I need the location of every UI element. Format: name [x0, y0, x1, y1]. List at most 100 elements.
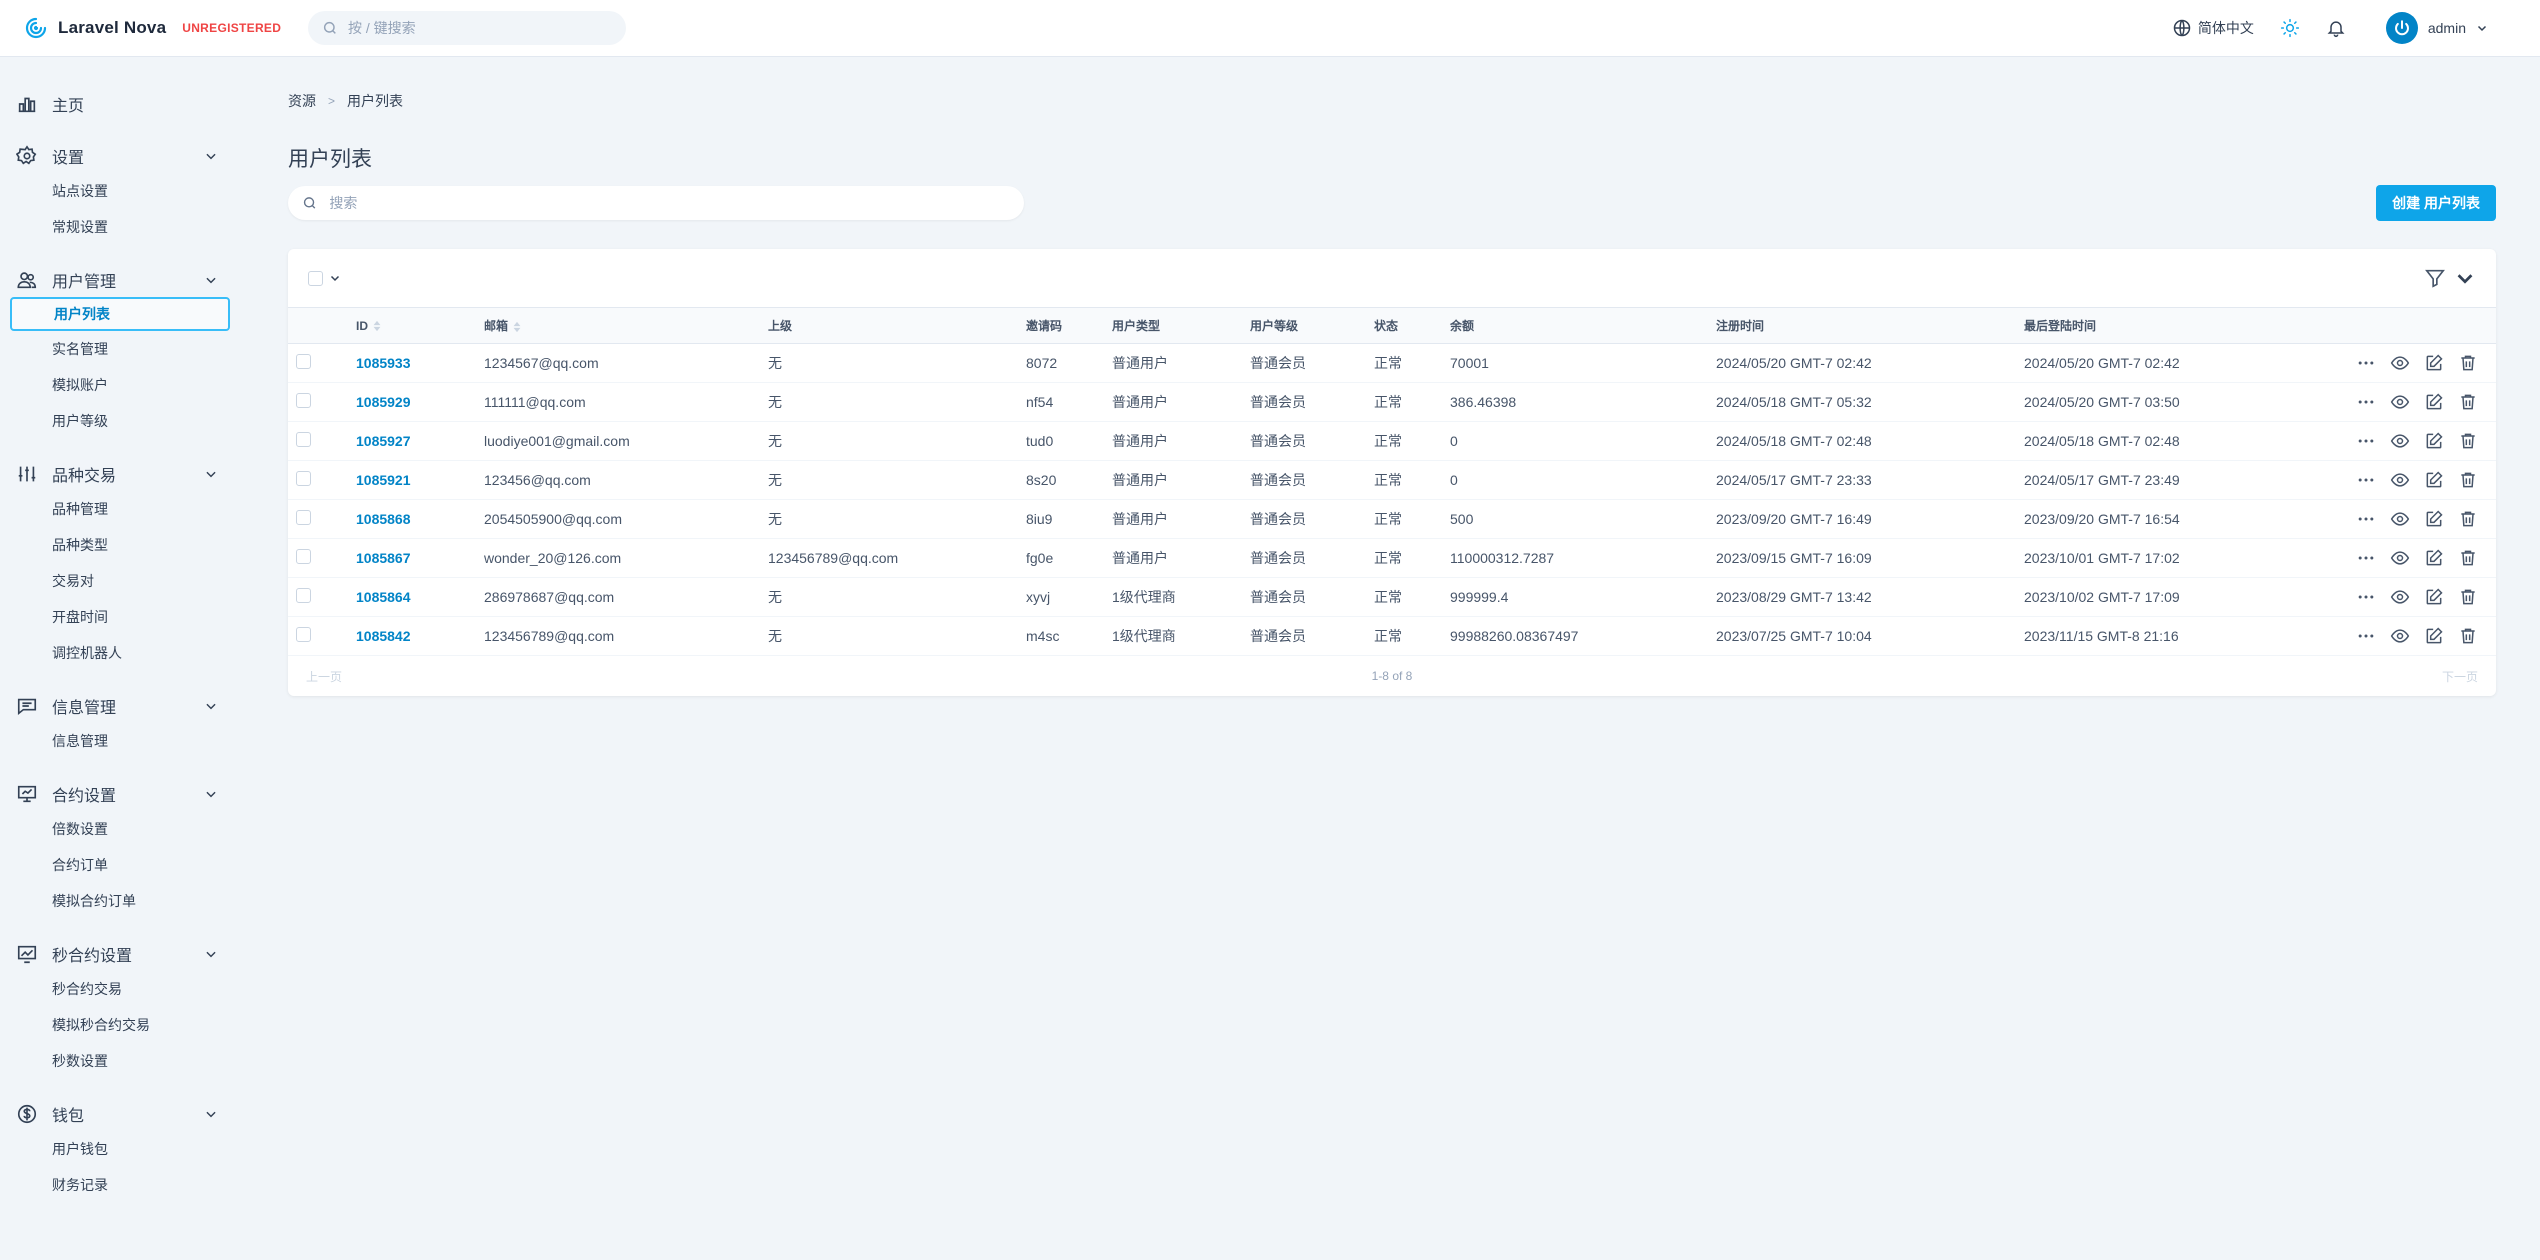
- cell-id[interactable]: 1085842: [348, 616, 476, 656]
- sidebar-group-settings[interactable]: 设置: [0, 139, 240, 173]
- edit-icon[interactable]: [2424, 548, 2444, 568]
- row-checkbox[interactable]: [296, 510, 311, 525]
- table-row[interactable]: 1085868 2054505900@qq.com 无 8iu9 普通用户 普通…: [288, 499, 2496, 539]
- edit-icon[interactable]: [2424, 587, 2444, 607]
- sidebar-item-home[interactable]: 主页: [0, 87, 240, 121]
- more-icon[interactable]: [2356, 392, 2376, 412]
- sidebar-item-demo-contract-orders[interactable]: 模拟合约订单: [0, 883, 240, 919]
- sidebar-item-symbols[interactable]: 品种管理: [0, 491, 240, 527]
- row-checkbox[interactable]: [296, 549, 311, 564]
- column-email[interactable]: 邮箱: [476, 308, 760, 344]
- more-icon[interactable]: [2356, 509, 2376, 529]
- row-checkbox[interactable]: [296, 471, 311, 486]
- cell-id[interactable]: 1085867: [348, 538, 476, 578]
- user-menu[interactable]: admin: [2385, 12, 2488, 44]
- row-checkbox[interactable]: [296, 354, 311, 369]
- sidebar-item-general-settings[interactable]: 常规设置: [0, 209, 240, 245]
- sidebar-group-users[interactable]: 用户管理: [0, 263, 240, 297]
- delete-icon[interactable]: [2458, 587, 2478, 607]
- view-icon[interactable]: [2390, 470, 2410, 490]
- sidebar-item-messages[interactable]: 信息管理: [0, 723, 240, 759]
- more-icon[interactable]: [2356, 353, 2376, 373]
- view-icon[interactable]: [2390, 548, 2410, 568]
- sidebar-group-contracts[interactable]: 合约设置: [0, 777, 240, 811]
- next-page-button[interactable]: 下一页: [2442, 668, 2478, 685]
- table-row[interactable]: 1085867 wonder_20@126.com 123456789@qq.c…: [288, 538, 2496, 578]
- sidebar-item-user-wallets[interactable]: 用户钱包: [0, 1131, 240, 1167]
- brand[interactable]: Laravel Nova UNREGISTERED: [24, 16, 288, 40]
- language-switcher[interactable]: 简体中文: [2172, 18, 2254, 38]
- delete-icon[interactable]: [2458, 353, 2478, 373]
- edit-icon[interactable]: [2424, 431, 2444, 451]
- table-row[interactable]: 1085929 111111@qq.com 无 nf54 普通用户 普通会员 正…: [288, 382, 2496, 422]
- edit-icon[interactable]: [2424, 470, 2444, 490]
- edit-icon[interactable]: [2424, 626, 2444, 646]
- prev-page-button[interactable]: 上一页: [306, 668, 342, 685]
- sidebar-item-symbol-types[interactable]: 品种类型: [0, 527, 240, 563]
- sidebar-item-second-trades[interactable]: 秒合约交易: [0, 971, 240, 1007]
- delete-icon[interactable]: [2458, 392, 2478, 412]
- notifications-button[interactable]: [2326, 18, 2346, 38]
- table-row[interactable]: 1085864 286978687@qq.com 无 xyvj 1级代理商 普通…: [288, 577, 2496, 617]
- table-row[interactable]: 1085842 123456789@qq.com 无 m4sc 1级代理商 普通…: [288, 616, 2496, 656]
- sidebar-group-second-contracts[interactable]: 秒合约设置: [0, 937, 240, 971]
- more-icon[interactable]: [2356, 548, 2376, 568]
- cell-id[interactable]: 1085864: [348, 577, 476, 617]
- resource-search[interactable]: [288, 186, 1024, 220]
- row-checkbox[interactable]: [296, 588, 311, 603]
- sidebar-item-user-levels[interactable]: 用户等级: [0, 403, 240, 439]
- theme-toggle[interactable]: [2280, 18, 2300, 38]
- sidebar-item-market-hours[interactable]: 开盘时间: [0, 599, 240, 635]
- search-input[interactable]: [329, 195, 1010, 211]
- row-checkbox[interactable]: [296, 627, 311, 642]
- delete-icon[interactable]: [2458, 509, 2478, 529]
- sidebar-item-leverage[interactable]: 倍数设置: [0, 811, 240, 847]
- delete-icon[interactable]: [2458, 548, 2478, 568]
- sidebar-item-contract-orders[interactable]: 合约订单: [0, 847, 240, 883]
- edit-icon[interactable]: [2424, 509, 2444, 529]
- sidebar-item-demo-accounts[interactable]: 模拟账户: [0, 367, 240, 403]
- view-icon[interactable]: [2390, 509, 2410, 529]
- more-icon[interactable]: [2356, 470, 2376, 490]
- table-row[interactable]: 1085921 123456@qq.com 无 8s20 普通用户 普通会员 正…: [288, 460, 2496, 500]
- sidebar-item-demo-second-trades[interactable]: 模拟秒合约交易: [0, 1007, 240, 1043]
- more-icon[interactable]: [2356, 626, 2376, 646]
- sidebar-group-messages[interactable]: 信息管理: [0, 689, 240, 723]
- breadcrumb-root[interactable]: 资源: [288, 91, 316, 111]
- table-row[interactable]: 1085933 1234567@qq.com 无 8072 普通用户 普通会员 …: [288, 343, 2496, 383]
- global-search[interactable]: 按 / 键搜索: [308, 11, 626, 45]
- delete-icon[interactable]: [2458, 626, 2478, 646]
- edit-icon[interactable]: [2424, 353, 2444, 373]
- view-icon[interactable]: [2390, 392, 2410, 412]
- cell-id[interactable]: 1085933: [348, 343, 476, 383]
- sidebar-group-wallet[interactable]: 钱包: [0, 1097, 240, 1131]
- delete-icon[interactable]: [2458, 470, 2478, 490]
- sidebar-item-robot[interactable]: 调控机器人: [0, 635, 240, 671]
- sidebar-item-kyc[interactable]: 实名管理: [0, 331, 240, 367]
- cell-id[interactable]: 1085921: [348, 460, 476, 500]
- column-id[interactable]: ID: [348, 308, 476, 344]
- sidebar-item-site-settings[interactable]: 站点设置: [0, 173, 240, 209]
- create-user-button[interactable]: 创建 用户列表: [2376, 185, 2496, 221]
- filter-button[interactable]: [2424, 267, 2476, 289]
- select-all-dropdown[interactable]: [308, 270, 341, 286]
- edit-icon[interactable]: [2424, 392, 2444, 412]
- more-icon[interactable]: [2356, 587, 2376, 607]
- sidebar-item-finance-records[interactable]: 财务记录: [0, 1167, 240, 1203]
- view-icon[interactable]: [2390, 353, 2410, 373]
- row-checkbox[interactable]: [296, 393, 311, 408]
- table-row[interactable]: 1085927 luodiye001@gmail.com 无 tud0 普通用户…: [288, 421, 2496, 461]
- view-icon[interactable]: [2390, 431, 2410, 451]
- sidebar-item-seconds-settings[interactable]: 秒数设置: [0, 1043, 240, 1079]
- cell-id[interactable]: 1085868: [348, 499, 476, 539]
- select-all-checkbox[interactable]: [308, 270, 323, 286]
- view-icon[interactable]: [2390, 626, 2410, 646]
- more-icon[interactable]: [2356, 431, 2376, 451]
- cell-id[interactable]: 1085929: [348, 382, 476, 422]
- sidebar-item-user-list[interactable]: 用户列表: [10, 297, 230, 331]
- row-checkbox[interactable]: [296, 432, 311, 447]
- view-icon[interactable]: [2390, 587, 2410, 607]
- delete-icon[interactable]: [2458, 431, 2478, 451]
- sidebar-item-pairs[interactable]: 交易对: [0, 563, 240, 599]
- sidebar-group-trading[interactable]: 品种交易: [0, 457, 240, 491]
